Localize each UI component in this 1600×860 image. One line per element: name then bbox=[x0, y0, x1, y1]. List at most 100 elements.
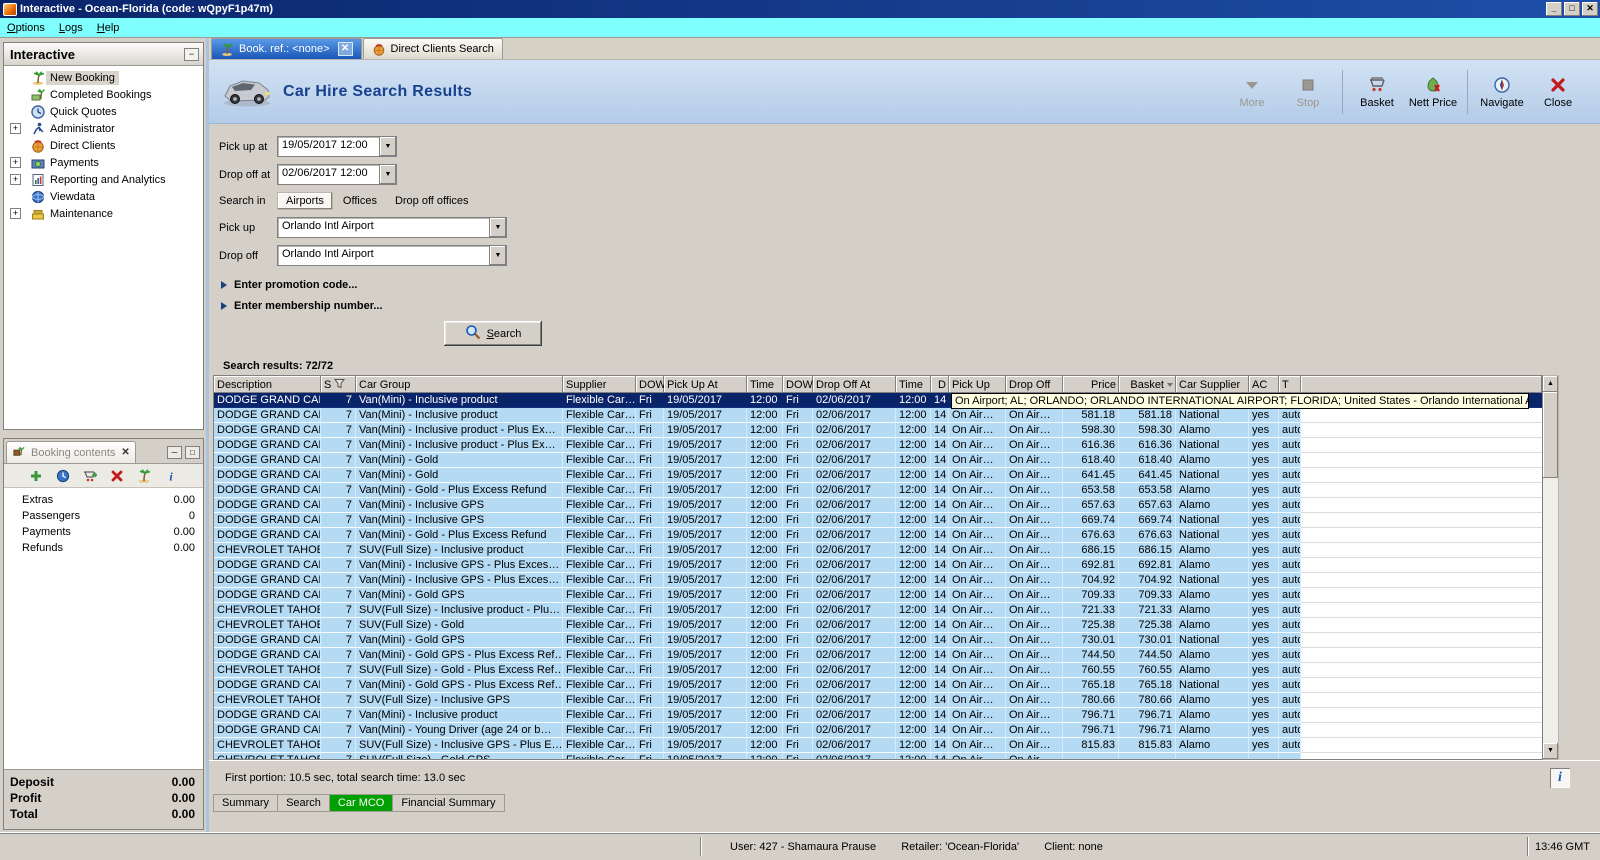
expand-icon[interactable]: + bbox=[10, 208, 21, 219]
world-clock-icon[interactable] bbox=[55, 468, 71, 483]
tab-direct-clients-search[interactable]: Direct Clients Search bbox=[362, 38, 503, 59]
column-header-d[interactable]: D bbox=[931, 376, 949, 393]
expand-icon[interactable]: + bbox=[10, 157, 21, 168]
column-header-time[interactable]: Time bbox=[747, 376, 783, 393]
expand-icon[interactable]: + bbox=[10, 123, 21, 134]
table-row[interactable]: DODGE GRAND CAR…7Van(Mini) - Inclusive G… bbox=[214, 498, 1542, 513]
view-tab-summary[interactable]: Summary bbox=[213, 794, 278, 812]
sidebar-item-payments[interactable]: + Payments bbox=[4, 154, 203, 171]
table-row[interactable]: CHEVROLET TAHOE …7SUV(Full Size) - Inclu… bbox=[214, 603, 1542, 618]
tab-book-ref-none[interactable]: Book. ref.: <none> ✕ bbox=[211, 38, 362, 59]
sidebar-item-quick-quotes[interactable]: Quick Quotes bbox=[4, 103, 203, 120]
expand-icon[interactable]: + bbox=[10, 174, 21, 185]
column-header-time[interactable]: Time bbox=[896, 376, 931, 393]
dropoff-value[interactable]: Orlando Intl Airport bbox=[277, 245, 490, 266]
column-header-dow[interactable]: DOW bbox=[783, 376, 813, 393]
dropoff-combo[interactable]: Orlando Intl Airport ▼ bbox=[277, 245, 507, 266]
palm-icon[interactable] bbox=[136, 468, 152, 483]
scroll-up-icon[interactable]: ▲ bbox=[1543, 376, 1558, 392]
close-icon[interactable]: ✕ bbox=[121, 447, 129, 458]
sidebar-item-viewdata[interactable]: Viewdata bbox=[4, 188, 203, 205]
close-window-button[interactable]: ✕ bbox=[1582, 2, 1598, 16]
column-header-dow[interactable]: DOW bbox=[636, 376, 664, 393]
table-row[interactable]: DODGE GRAND CAR…7Van(Mini) - Gold - Plus… bbox=[214, 528, 1542, 543]
table-row[interactable]: DODGE GRAND CAR…7Van(Mini) - Young Drive… bbox=[214, 723, 1542, 738]
funnel-icon[interactable] bbox=[334, 378, 346, 392]
minimize-button[interactable]: _ bbox=[1546, 2, 1562, 16]
table-row[interactable]: DODGE GRAND CAR…7Van(Mini) - Inclusive p… bbox=[214, 423, 1542, 438]
promotion-code-expander[interactable]: Enter promotion code... bbox=[221, 279, 1600, 291]
search-button[interactable]: Search bbox=[444, 321, 542, 346]
column-header-ac[interactable]: AC bbox=[1249, 376, 1279, 393]
search-in-option-offices[interactable]: Offices bbox=[335, 193, 385, 209]
search-in-option-airports[interactable]: Airports bbox=[277, 192, 333, 210]
info-icon[interactable]: i bbox=[163, 468, 179, 483]
table-row[interactable]: DODGE GRAND CAR…7Van(Mini) - Inclusive p… bbox=[214, 438, 1542, 453]
table-row[interactable]: CHEVROLET TAHOE …7SUV(Full Size) - Inclu… bbox=[214, 738, 1542, 753]
navigate-button[interactable]: Navigate bbox=[1474, 71, 1530, 113]
column-header-pick-up-at[interactable]: Pick Up At bbox=[664, 376, 747, 393]
column-header-description[interactable]: Description bbox=[214, 376, 321, 393]
menu-item-logs[interactable]: Logs bbox=[52, 20, 90, 36]
table-row[interactable]: DODGE GRAND CAR…7Van(Mini) - Gold - Plus… bbox=[214, 483, 1542, 498]
table-row[interactable]: CHEVROLET TAHOE …7SUV(Full Size) - Inclu… bbox=[214, 543, 1542, 558]
scroll-down-icon[interactable]: ▼ bbox=[1543, 743, 1558, 759]
dropoff-at-combo[interactable]: 02/06/2017 12:00 ▼ bbox=[277, 164, 397, 185]
menu-item-options[interactable]: Options bbox=[0, 20, 52, 36]
column-header-drop-off-at[interactable]: Drop Off At bbox=[813, 376, 896, 393]
minimize-panel-icon[interactable]: ─ bbox=[167, 446, 182, 459]
table-row[interactable]: DODGE GRAND CAR…7Van(Mini) - Gold GPS - … bbox=[214, 678, 1542, 693]
add-icon[interactable] bbox=[28, 468, 44, 483]
column-header-supplier[interactable]: Supplier bbox=[563, 376, 636, 393]
table-row[interactable]: DODGE GRAND CAR…7Van(Mini) - Gold GPSFle… bbox=[214, 588, 1542, 603]
view-tab-financial-summary[interactable]: Financial Summary bbox=[392, 794, 505, 812]
close-button[interactable]: Close bbox=[1530, 71, 1586, 113]
table-row[interactable]: DODGE GRAND CAR…7Van(Mini) - GoldFlexibl… bbox=[214, 468, 1542, 483]
table-row[interactable]: DODGE GRAND CAR…7Van(Mini) - Inclusive G… bbox=[214, 558, 1542, 573]
chevron-down-icon[interactable]: ▼ bbox=[380, 164, 397, 185]
table-row[interactable]: CHEVROLET TAHOE …7SUV(Full Size) - Gold … bbox=[214, 663, 1542, 678]
column-header-drop-off[interactable]: Drop Off bbox=[1006, 376, 1063, 393]
vertical-scrollbar[interactable]: ▲ ▼ bbox=[1543, 375, 1559, 760]
column-header-car-group[interactable]: Car Group bbox=[356, 376, 563, 393]
pickup-value[interactable]: Orlando Intl Airport bbox=[277, 217, 490, 238]
menu-item-help[interactable]: Help bbox=[90, 20, 127, 36]
table-row[interactable]: DODGE GRAND CAR…7Van(Mini) - Gold GPSFle… bbox=[214, 633, 1542, 648]
sidebar-item-reporting-and-analytics[interactable]: + Reporting and Analytics bbox=[4, 171, 203, 188]
basket-button[interactable]: Basket bbox=[1349, 71, 1405, 113]
view-tab-car-mco[interactable]: Car MCO bbox=[328, 794, 393, 812]
table-row[interactable]: CHEVROLET TAHOE …7SUV(Full Size) - Gold … bbox=[214, 753, 1542, 759]
sidebar-item-new-booking[interactable]: New Booking bbox=[4, 69, 203, 86]
column-header-filler[interactable] bbox=[1301, 376, 1542, 393]
cart-go-icon[interactable] bbox=[82, 468, 98, 483]
dropoff-at-value[interactable]: 02/06/2017 12:00 bbox=[277, 164, 380, 185]
table-row[interactable]: CHEVROLET TAHOE …7SUV(Full Size) - GoldF… bbox=[214, 618, 1542, 633]
delete-icon[interactable] bbox=[109, 468, 125, 483]
column-header-car-supplier[interactable]: Car Supplier bbox=[1176, 376, 1249, 393]
view-tab-search[interactable]: Search bbox=[277, 794, 329, 812]
info-icon[interactable]: i bbox=[1550, 767, 1570, 788]
table-row[interactable]: DODGE GRAND CAR…7Van(Mini) - Inclusive G… bbox=[214, 513, 1542, 528]
maximize-button[interactable]: □ bbox=[1564, 2, 1580, 16]
column-header-s[interactable]: S bbox=[321, 376, 356, 393]
booking-contents-tab[interactable]: Booking contents ✕ bbox=[6, 441, 136, 463]
column-header-price[interactable]: Price bbox=[1063, 376, 1119, 393]
close-tab-icon[interactable]: ✕ bbox=[337, 42, 353, 56]
scrollbar-thumb[interactable] bbox=[1543, 392, 1558, 478]
search-in-option-drop-off-offices[interactable]: Drop off offices bbox=[387, 193, 477, 209]
pickup-at-value[interactable]: 19/05/2017 12:00 bbox=[277, 136, 380, 157]
pickup-at-combo[interactable]: 19/05/2017 12:00 ▼ bbox=[277, 136, 397, 157]
table-row[interactable]: DODGE GRAND CAR…7Van(Mini) - Inclusive p… bbox=[214, 408, 1542, 423]
collapse-panel-icon[interactable]: − bbox=[184, 47, 199, 61]
chevron-down-icon[interactable]: ▼ bbox=[380, 136, 397, 157]
nett-price-button[interactable]: Nett Price bbox=[1405, 71, 1461, 113]
column-header-t[interactable]: T bbox=[1279, 376, 1301, 393]
table-row[interactable]: DODGE GRAND CAR…7Van(Mini) - Gold GPS - … bbox=[214, 648, 1542, 663]
table-row[interactable]: DODGE GRAND CAR…7Van(Mini) - Inclusive p… bbox=[214, 708, 1542, 723]
restore-panel-icon[interactable]: □ bbox=[185, 446, 200, 459]
sidebar-item-completed-bookings[interactable]: Completed Bookings bbox=[4, 86, 203, 103]
chevron-down-icon[interactable]: ▼ bbox=[490, 245, 507, 266]
table-row[interactable]: DODGE GRAND CAR…7Van(Mini) - GoldFlexibl… bbox=[214, 453, 1542, 468]
membership-number-expander[interactable]: Enter membership number... bbox=[221, 300, 1600, 312]
pickup-combo[interactable]: Orlando Intl Airport ▼ bbox=[277, 217, 507, 238]
